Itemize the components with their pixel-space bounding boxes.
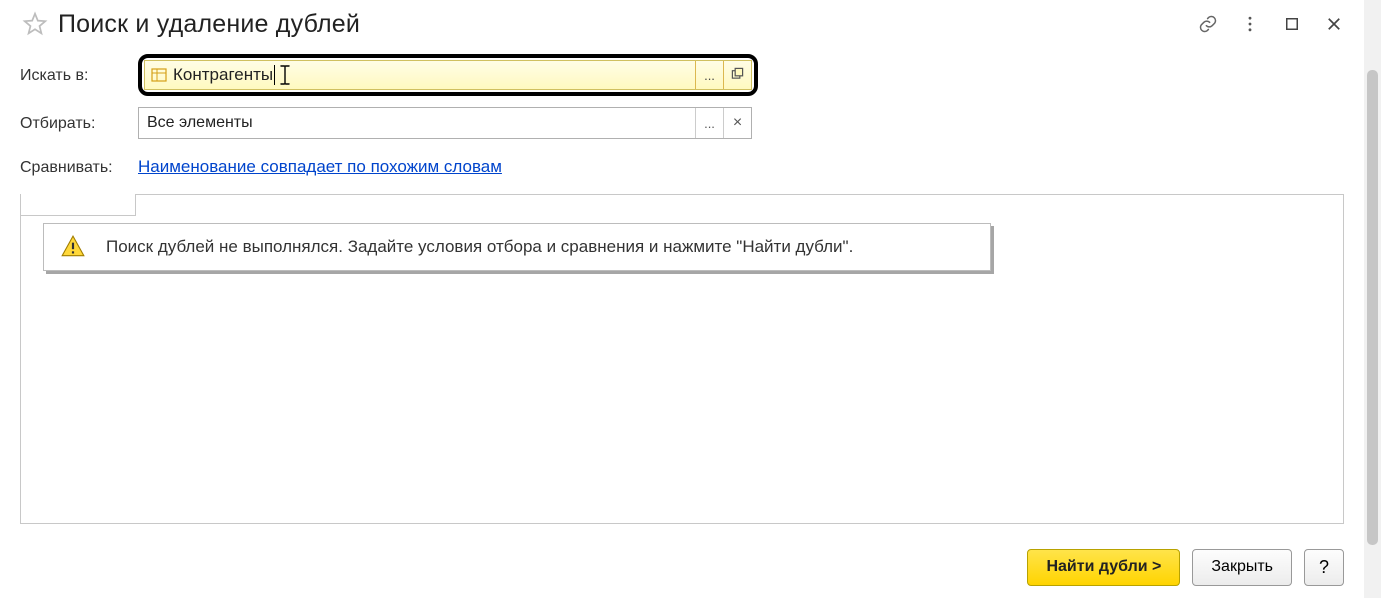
results-panel: Поиск дублей не выполнялся. Задайте усло… xyxy=(20,194,1344,524)
search-in-highlight: Контрагенты ... xyxy=(138,54,758,96)
title-actions xyxy=(1188,6,1354,42)
link-icon[interactable] xyxy=(1188,6,1228,42)
catalog-icon xyxy=(145,61,173,89)
clear-icon: × xyxy=(733,114,742,132)
filter-value: Все элементы xyxy=(139,108,695,138)
footer: Найти дубли > Закрыть ? xyxy=(0,546,1364,594)
filter-clear-button[interactable]: × xyxy=(723,108,751,138)
search-in-select-button[interactable]: ... xyxy=(695,61,723,89)
favorite-star-icon[interactable] xyxy=(22,11,48,37)
filter-label: Отбирать: xyxy=(20,113,138,133)
titlebar: Поиск и удаление дублей xyxy=(0,0,1364,50)
info-message: Поиск дублей не выполнялся. Задайте усло… xyxy=(106,237,853,257)
warning-icon xyxy=(60,234,86,260)
ellipsis-icon: ... xyxy=(704,116,715,131)
text-caret xyxy=(274,65,275,85)
scrollbar-thumb[interactable] xyxy=(1367,70,1378,545)
open-window-icon xyxy=(731,67,744,83)
results-tab-stub xyxy=(21,194,136,216)
close-icon[interactable] xyxy=(1314,6,1354,42)
compare-rules-link[interactable]: Наименование совпадает по похожим словам xyxy=(138,157,502,177)
ellipsis-icon: ... xyxy=(704,68,715,83)
search-in-input[interactable]: Контрагенты ... xyxy=(144,60,752,90)
more-icon[interactable] xyxy=(1230,6,1270,42)
page-title: Поиск и удаление дублей xyxy=(58,10,1188,39)
search-in-value: Контрагенты xyxy=(173,61,695,89)
close-button[interactable]: Закрыть xyxy=(1192,549,1292,586)
text-cursor-icon xyxy=(277,64,297,86)
find-duplicates-button[interactable]: Найти дубли > xyxy=(1027,549,1180,586)
compare-label: Сравнивать: xyxy=(20,157,138,177)
filter-input[interactable]: Все элементы ... × xyxy=(138,107,752,139)
search-in-open-button[interactable] xyxy=(723,61,751,89)
filter-select-button[interactable]: ... xyxy=(695,108,723,138)
search-in-label: Искать в: xyxy=(20,65,138,85)
help-button[interactable]: ? xyxy=(1304,549,1344,586)
maximize-icon[interactable] xyxy=(1272,6,1312,42)
vertical-scrollbar[interactable] xyxy=(1364,0,1381,598)
info-banner: Поиск дублей не выполнялся. Задайте усло… xyxy=(43,223,991,271)
